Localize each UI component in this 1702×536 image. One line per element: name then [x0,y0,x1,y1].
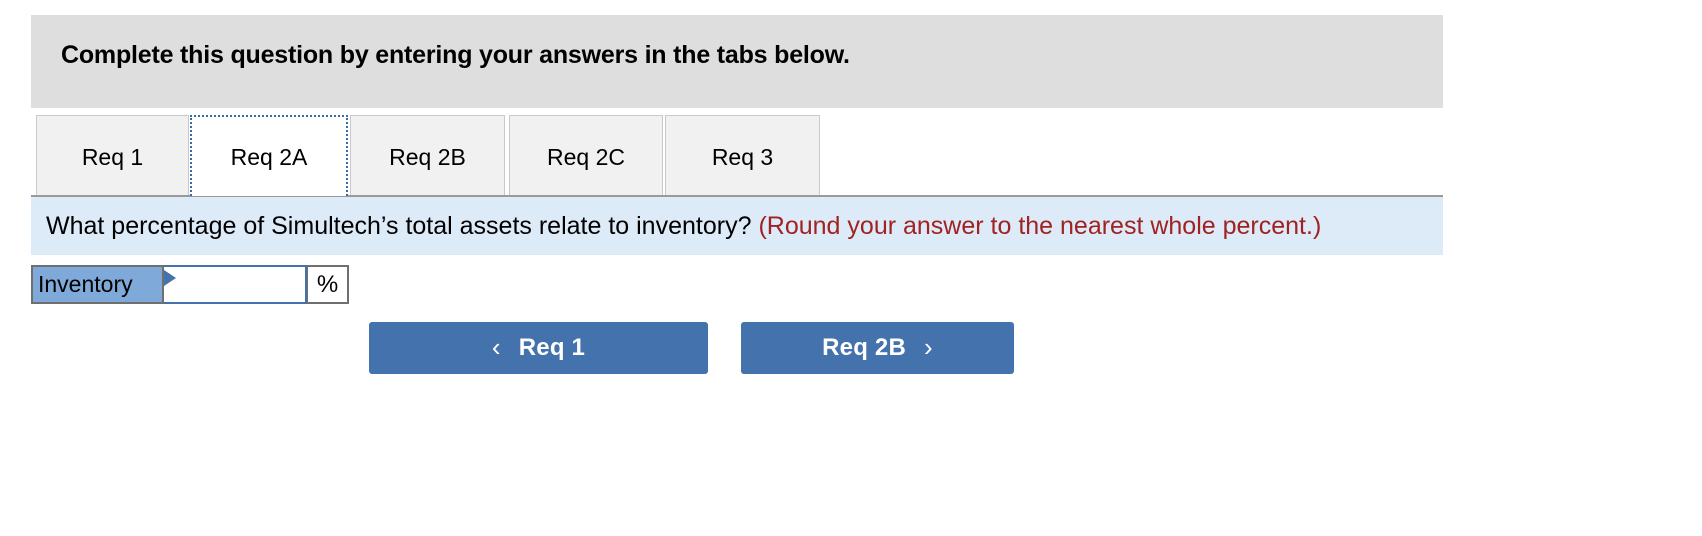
inventory-percentage-input[interactable] [164,267,305,302]
tab-req-2c[interactable]: Req 2C [509,115,663,196]
tab-label: Req 2B [389,143,466,170]
next-button-label: Req 2B [822,334,907,361]
tab-req-3[interactable]: Req 3 [665,115,820,196]
tab-req-2a[interactable]: Req 2A [190,115,348,196]
percent-unit-cell: % [307,265,349,304]
chevron-right-icon: › [924,332,933,362]
tab-label: Req 2A [230,144,308,170]
row-header-inventory[interactable]: Inventory [31,265,164,304]
next-req-2b-button[interactable]: Req 2B › [741,322,1014,374]
tab-req-2b[interactable]: Req 2B [350,115,505,196]
tab-label: Req 3 [711,143,774,170]
prev-button-label: Req 1 [518,334,586,361]
percent-symbol: % [316,270,339,298]
navigation-buttons: ‹ Req 1 Req 2B › [0,322,1702,374]
question-bar: What percentage of Simultech’s total ass… [31,197,1443,255]
instruction-header: Complete this question by entering your … [31,15,1443,108]
instruction-text: Complete this question by entering your … [61,41,850,69]
question-text-wrap: What percentage of Simultech’s total ass… [31,212,1321,241]
answer-entry-row: Inventory % [31,265,349,304]
answer-input-cell[interactable] [164,265,307,304]
row-header-label: Inventory [38,271,133,297]
tab-label: Req 1 [81,143,144,170]
tab-req-1[interactable]: Req 1 [36,115,189,196]
tab-label: Req 2C [547,143,625,170]
chevron-left-icon: ‹ [491,332,501,362]
prev-req-1-button[interactable]: ‹ Req 1 [369,322,708,374]
cell-selection-marker-icon [164,270,176,286]
question-rounding-note: (Round your answer to the nearest whole … [758,211,1322,240]
tab-strip: Req 1 Req 2A Req 2B Req 2C Req 3 [31,115,1443,196]
question-text: What percentage of Simultech’s total ass… [46,211,752,240]
